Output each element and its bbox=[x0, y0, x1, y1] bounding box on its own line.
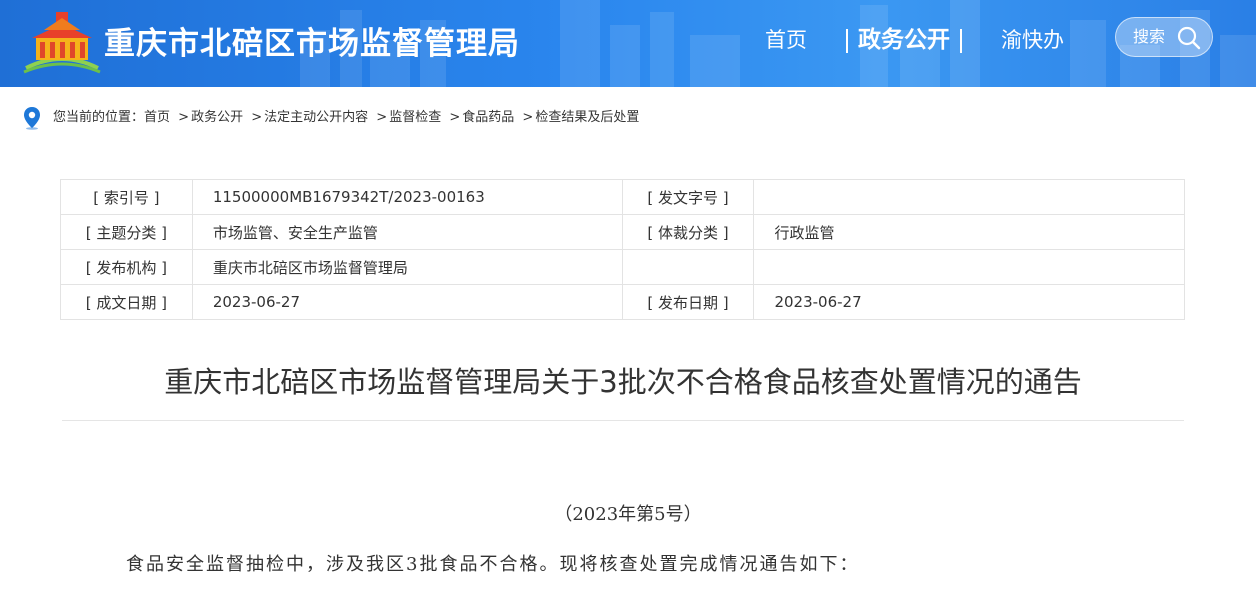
breadcrumb-separator: > bbox=[178, 110, 190, 125]
search-icon bbox=[1177, 26, 1201, 50]
empty-label-cell bbox=[621, 249, 755, 285]
site-header: 重庆市北碚区市场监督管理局 首页 政务公开 渝快办 搜索 bbox=[0, 0, 1256, 87]
table-row: [ 索引号 ] 11500000MB1679342T/2023-00163 [ … bbox=[60, 179, 1185, 215]
nav-divider bbox=[960, 28, 962, 53]
topic-category-value: 市场监管、安全生产监管 bbox=[191, 214, 623, 250]
site-title[interactable]: 重庆市北碚区市场监督管理局 bbox=[104, 18, 520, 63]
breadcrumb-separator: > bbox=[251, 110, 263, 125]
article-title: 重庆市北碚区市场监督管理局关于3批次不合格食品核查处置情况的通告 bbox=[164, 365, 1082, 399]
nav-home[interactable]: 首页 bbox=[765, 24, 807, 56]
breadcrumb-trail: 您当前的位置：首页 > 政务公开 > 法定主动公开内容 > 监督检查 > 食品药品 > 检… bbox=[53, 106, 639, 130]
document-number-value bbox=[753, 179, 1185, 215]
breadcrumb-separator: > bbox=[376, 110, 388, 125]
issuing-agency-value: 重庆市北碚区市场监督管理局 bbox=[191, 249, 623, 285]
table-row: [ 发布机构 ] 重庆市北碚区市场监督管理局 bbox=[60, 249, 1185, 285]
article-paragraph: 食品安全监督抽检中，涉及我区3批食品不合格。现将核查处置完成情况通告如下： bbox=[126, 554, 860, 575]
title-divider bbox=[62, 420, 1184, 421]
breadcrumb-home[interactable]: 首页 bbox=[144, 110, 170, 125]
index-number-label: [ 索引号 ] bbox=[60, 179, 193, 215]
document-info-table: [ 索引号 ] 11500000MB1679342T/2023-00163 [ … bbox=[60, 179, 1185, 320]
topic-category-label: [ 主题分类 ] bbox=[60, 214, 193, 250]
nav-divider bbox=[846, 28, 848, 53]
empty-value-cell bbox=[753, 249, 1185, 285]
nav-gov-affairs-label: 政务公开 bbox=[858, 27, 950, 53]
table-row: [ 成文日期 ] 2023-06-27 [ 发布日期 ] 2023-06-27 bbox=[60, 284, 1185, 320]
breadcrumb-gov-affairs[interactable]: 政务公开 bbox=[191, 110, 243, 125]
search-button[interactable]: 搜索 bbox=[1115, 17, 1213, 57]
breadcrumb-inspection-results[interactable]: 检查结果及后处置 bbox=[535, 110, 639, 125]
publish-date-value: 2023-06-27 bbox=[753, 284, 1185, 320]
breadcrumb-supervision[interactable]: 监督检查 bbox=[389, 110, 441, 125]
genre-category-label: [ 体裁分类 ] bbox=[621, 214, 755, 250]
written-date-label: [ 成文日期 ] bbox=[60, 284, 193, 320]
nav-gov-affairs[interactable]: 政务公开 bbox=[846, 24, 962, 56]
issuing-agency-label: [ 发布机构 ] bbox=[60, 249, 193, 285]
publish-date-label: [ 发布日期 ] bbox=[621, 284, 755, 320]
article-doc-number: （2023年第5号） bbox=[554, 504, 702, 525]
bureau-logo[interactable] bbox=[22, 10, 102, 74]
table-row: [ 主题分类 ] 市场监管、安全生产监管 [ 体裁分类 ] 行政监管 bbox=[60, 214, 1185, 250]
breadcrumb-separator: > bbox=[522, 110, 534, 125]
nav-yukuaiban[interactable]: 渝快办 bbox=[1001, 24, 1064, 56]
breadcrumb-prefix: 您当前的位置： bbox=[53, 110, 145, 125]
written-date-value: 2023-06-27 bbox=[191, 284, 623, 320]
location-pin-icon bbox=[24, 107, 40, 130]
genre-category-value: 行政监管 bbox=[753, 214, 1185, 250]
breadcrumb-statutory-disclosure[interactable]: 法定主动公开内容 bbox=[264, 110, 368, 125]
breadcrumb-separator: > bbox=[449, 110, 461, 125]
document-number-label: [ 发文字号 ] bbox=[621, 179, 755, 215]
search-button-label: 搜索 bbox=[1133, 27, 1166, 46]
index-number-value: 11500000MB1679342T/2023-00163 bbox=[191, 179, 623, 215]
breadcrumb-food-drugs[interactable]: 食品药品 bbox=[462, 110, 514, 125]
